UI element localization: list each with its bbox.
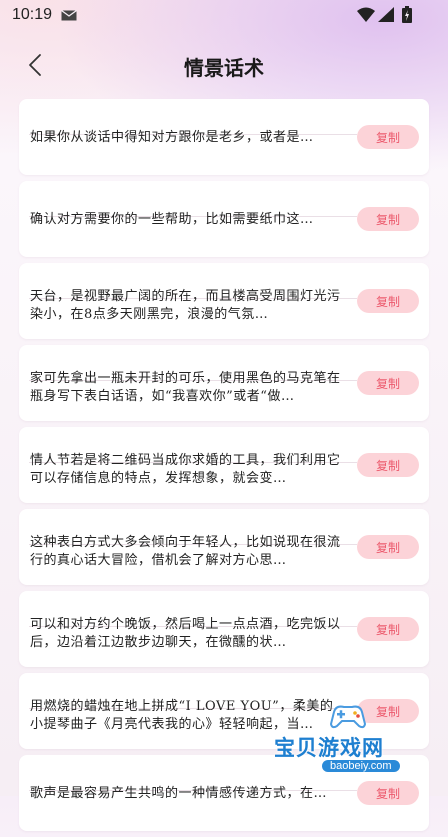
- status-bar: 10:19: [0, 0, 448, 30]
- copy-button[interactable]: 复制: [357, 289, 419, 313]
- list-item: 如果你从谈话中得知对方跟你是老乡，或者是… 复制: [19, 99, 429, 175]
- copy-button[interactable]: 复制: [357, 617, 419, 641]
- list-item: 天台，是视野最广阔的所在，而且楼高受周围灯光污染小，在8点多天刚黑完，浪漫的气氛…: [19, 263, 429, 339]
- list-item: 可以和对方约个晚饭，然后喝上一点点酒，吃完饭以后，边沿着江边散步边聊天，在微醺的…: [19, 591, 429, 667]
- list-item: 家可先拿出一瓶未开封的可乐，使用黑色的马克笔在瓶身写下表白话语，如“我喜欢你”或…: [19, 345, 429, 421]
- list-item: 情人节若是将二维码当成你求婚的工具，我们利用它可以存储信息的特点，发挥想象，就会…: [19, 427, 429, 503]
- phrase-text: 这种表白方式大多会倾向于年轻人，比如说现在很流行的真心话大冒险，借机会了解对方心…: [30, 535, 341, 568]
- page-title: 情景话术: [184, 56, 264, 80]
- copy-button[interactable]: 复制: [357, 371, 419, 395]
- list-item: 歌声是最容易产生共鸣的一种情感传递方式，在… 复制: [19, 755, 429, 831]
- phrase-text: 天台，是视野最广阔的所在，而且楼高受周围灯光污染小，在8点多天刚黑完，浪漫的气氛…: [30, 289, 341, 322]
- copy-button[interactable]: 复制: [357, 125, 419, 149]
- list-item: 用燃烧的蜡烛在地上拼成“I LOVE YOU”，柔美的小提琴曲子《月亮代表我的心…: [19, 673, 429, 749]
- phrase-text: 情人节若是将二维码当成你求婚的工具，我们利用它可以存储信息的特点，发挥想象，就会…: [30, 453, 341, 486]
- list-item: 这种表白方式大多会倾向于年轻人，比如说现在很流行的真心话大冒险，借机会了解对方心…: [19, 509, 429, 585]
- phrase-text: 可以和对方约个晚饭，然后喝上一点点酒，吃完饭以后，边沿着江边散步边聊天，在微醺的…: [30, 617, 341, 650]
- phrase-text: 歌声是最容易产生共鸣的一种情感传递方式，在…: [30, 786, 328, 801]
- phrase-text: 如果你从谈话中得知对方跟你是老乡，或者是…: [30, 130, 314, 145]
- copy-button[interactable]: 复制: [357, 699, 419, 723]
- phrase-text: 家可先拿出一瓶未开封的可乐，使用黑色的马克笔在瓶身写下表白话语，如“我喜欢你”或…: [30, 371, 341, 404]
- header: 情景话术: [0, 40, 448, 90]
- phrase-text: 用燃烧的蜡烛在地上拼成“I LOVE YOU”，柔美的小提琴曲子《月亮代表我的心…: [30, 699, 334, 732]
- copy-button[interactable]: 复制: [357, 535, 419, 559]
- phrase-list: 如果你从谈话中得知对方跟你是老乡，或者是… 复制 确认对方需要你的一些帮助，比如…: [19, 99, 429, 837]
- copy-button[interactable]: 复制: [357, 207, 419, 231]
- battery-icon: [402, 6, 412, 23]
- mail-icon: [61, 10, 77, 21]
- copy-button[interactable]: 复制: [357, 453, 419, 477]
- copy-button[interactable]: 复制: [357, 781, 419, 805]
- status-time: 10:19: [12, 6, 53, 23]
- signal-icon: [378, 7, 394, 22]
- phrase-text: 确认对方需要你的一些帮助，比如需要纸巾这…: [30, 212, 314, 227]
- wifi-icon: [357, 7, 375, 22]
- list-item: 确认对方需要你的一些帮助，比如需要纸巾这… 复制: [19, 181, 429, 257]
